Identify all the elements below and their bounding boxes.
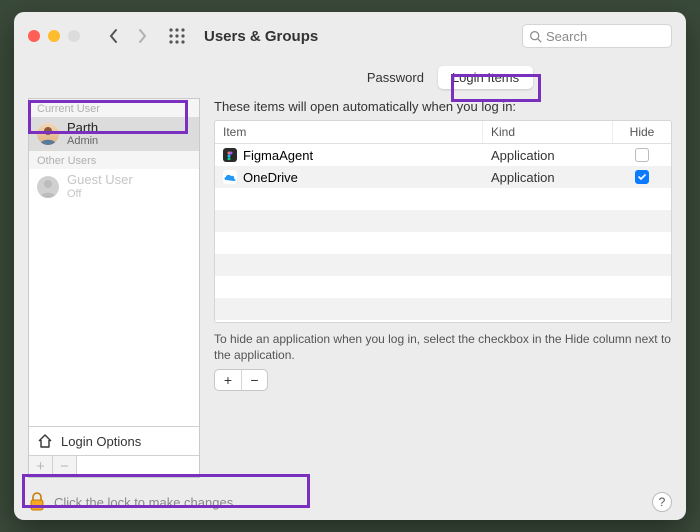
lock-icon (28, 492, 46, 512)
col-kind[interactable]: Kind (483, 121, 613, 143)
lock-label: Click the lock to make changes. (54, 495, 237, 510)
tabs: Password Login Items (214, 66, 672, 89)
hide-checkbox[interactable] (635, 148, 649, 162)
avatar (37, 176, 59, 198)
app-icon (223, 170, 237, 184)
main-panel: Password Login Items These items will op… (214, 60, 672, 520)
remove-user-button: − (53, 456, 77, 477)
add-item-button[interactable]: + (215, 370, 241, 390)
back-button[interactable] (104, 22, 124, 50)
user-role: Off (67, 188, 133, 200)
titlebar: Users & Groups Search (14, 12, 686, 60)
item-name: FigmaAgent (243, 148, 313, 163)
login-options-button[interactable]: Login Options (29, 426, 199, 455)
item-name: OneDrive (243, 170, 298, 185)
login-options-label: Login Options (61, 434, 141, 449)
minimize-icon[interactable] (48, 30, 60, 42)
login-items-table: Item Kind Hide FigmaAgent Application (214, 120, 672, 323)
users-sidebar: Current User Parth Admin Other Users Gue… (28, 98, 200, 478)
sidebar-user-guest[interactable]: Guest User Off (29, 169, 199, 203)
add-user-button: + (29, 456, 53, 477)
hide-hint: To hide an application when you log in, … (214, 331, 672, 363)
tab-password[interactable]: Password (353, 66, 438, 89)
preferences-window: Users & Groups Search Current User Parth… (14, 12, 686, 520)
avatar (37, 123, 59, 145)
show-all-icon[interactable] (168, 27, 186, 45)
help-button[interactable]: ? (652, 492, 672, 512)
section-label-other: Other Users (29, 151, 199, 169)
col-hide[interactable]: Hide (613, 121, 671, 143)
window-title: Users & Groups (204, 28, 318, 45)
forward-button (132, 22, 152, 50)
table-row[interactable]: OneDrive Application (215, 166, 671, 188)
user-role: Admin (67, 135, 98, 147)
close-icon[interactable] (28, 30, 40, 42)
item-kind: Application (483, 170, 613, 185)
house-icon (37, 433, 53, 449)
user-name: Guest User (67, 173, 133, 187)
hide-checkbox[interactable] (635, 170, 649, 184)
col-item[interactable]: Item (215, 121, 483, 143)
login-items-desc: These items will open automatically when… (214, 99, 672, 114)
table-row[interactable]: FigmaAgent Application (215, 144, 671, 166)
item-kind: Application (483, 148, 613, 163)
sidebar-pm-buttons: + − (29, 455, 199, 477)
tab-login-items[interactable]: Login Items (438, 66, 533, 89)
lock-button[interactable]: Click the lock to make changes. (28, 492, 237, 512)
search-placeholder: Search (546, 29, 587, 44)
remove-item-button[interactable]: − (241, 370, 267, 390)
sidebar-user-parth[interactable]: Parth Admin (29, 117, 199, 151)
search-icon (529, 30, 542, 43)
search-input[interactable]: Search (522, 24, 672, 48)
user-name: Parth (67, 121, 98, 135)
zoom-icon[interactable] (68, 30, 80, 42)
item-pm-buttons: + − (214, 369, 268, 391)
app-icon (223, 148, 237, 162)
traffic-lights (28, 30, 80, 42)
section-label-current: Current User (29, 99, 199, 117)
